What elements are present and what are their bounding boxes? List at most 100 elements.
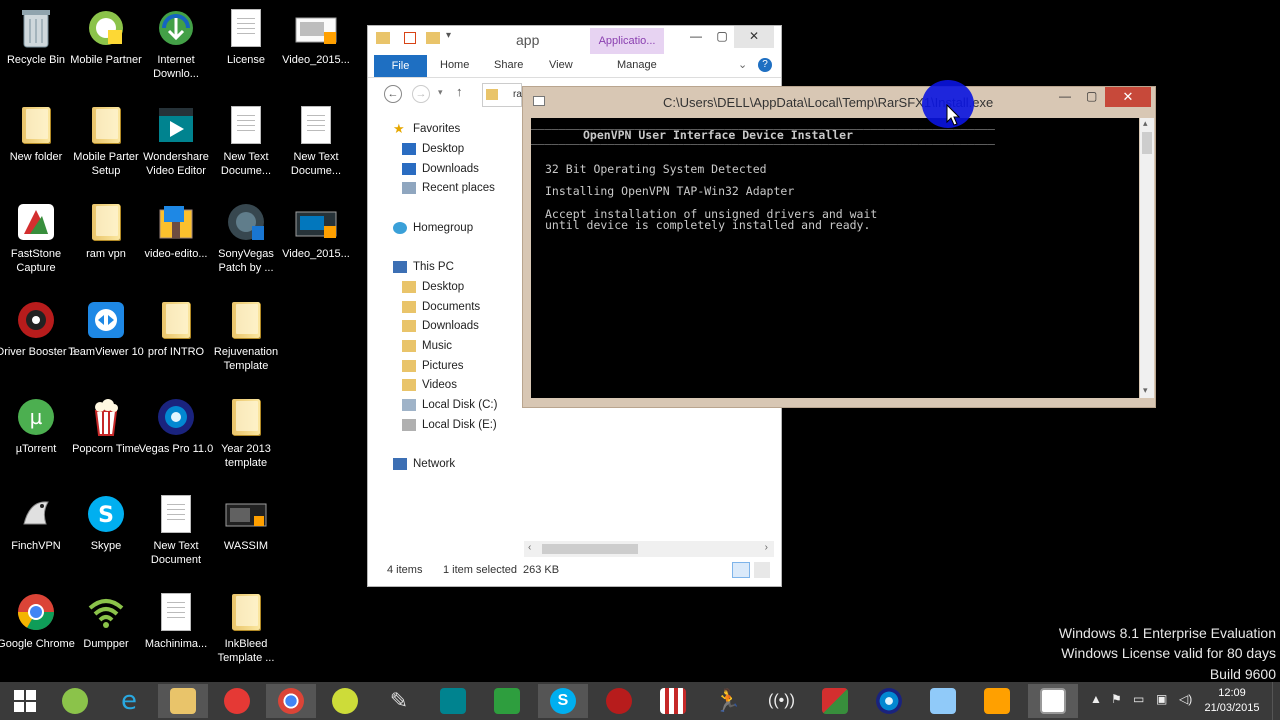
taskbar-feather-app[interactable]: ✎	[374, 684, 424, 718]
scroll-right-icon[interactable]: ›	[765, 542, 768, 553]
taskbar-mobile-partner[interactable]	[50, 684, 100, 718]
desktop-icon-rejuvenation[interactable]: Rejuvenation Template	[210, 298, 282, 390]
nav-local-disk-e[interactable]: Local Disk (E:)	[402, 416, 497, 434]
taskbar-chrome[interactable]	[266, 684, 316, 718]
desktop-icon-video-editor[interactable]: video-edito...	[140, 200, 212, 292]
quick-access-new-folder-icon[interactable]	[426, 32, 440, 44]
desktop-icon-new-text-document[interactable]: New Text Document	[140, 492, 212, 584]
scroll-down-icon[interactable]: ▾	[1143, 385, 1148, 396]
minimize-button[interactable]: —	[682, 26, 710, 48]
desktop-icon-video-2015-a[interactable]: Video_2015...	[280, 6, 352, 98]
taskbar-counter-strike[interactable]: 🏃	[702, 684, 752, 718]
desktop-icon-finchvpn[interactable]: FinchVPN	[0, 492, 72, 584]
start-button[interactable]	[0, 684, 50, 718]
maximize-button[interactable]: ▢	[1086, 89, 1097, 103]
desktop-icon-new-folder[interactable]: New folder	[0, 103, 72, 195]
show-desktop-button[interactable]	[1272, 682, 1280, 720]
nav-favorites[interactable]: ★ Favorites	[393, 120, 460, 138]
close-button[interactable]: ✕	[1105, 87, 1151, 107]
close-button[interactable]: ✕	[734, 26, 774, 48]
tab-share[interactable]: Share	[494, 59, 523, 71]
desktop-icon-year-2013[interactable]: Year 2013 template	[210, 395, 282, 487]
vertical-scrollbar[interactable]: ▴ ▾	[1140, 118, 1154, 398]
quick-access-folder-icon[interactable]	[376, 32, 390, 44]
tab-view[interactable]: View	[549, 59, 573, 71]
desktop-icon-dumpper[interactable]: Dumpper	[70, 590, 142, 682]
desktop-icon-vegas-pro[interactable]: Vegas Pro 11.0	[139, 395, 213, 487]
nav-music[interactable]: Music	[402, 337, 452, 355]
taskbar-driver-booster[interactable]	[594, 684, 644, 718]
taskbar-mobile-partner-2[interactable]	[320, 684, 370, 718]
ribbon-expand-icon[interactable]: ⌄	[738, 58, 747, 71]
scroll-thumb[interactable]	[542, 544, 638, 554]
scroll-up-icon[interactable]: ▴	[1143, 118, 1148, 129]
taskbar-store[interactable]	[482, 684, 532, 718]
taskbar-vegas-pro[interactable]	[864, 684, 914, 718]
horizontal-scrollbar[interactable]: ‹ ›	[524, 541, 774, 557]
desktop-icon-ram-vpn[interactable]: ram vpn	[70, 200, 142, 292]
tab-manage[interactable]: Manage	[617, 59, 657, 71]
taskbar-firefox-like[interactable]	[212, 684, 262, 718]
taskbar-faststone[interactable]	[810, 684, 860, 718]
power-icon[interactable]: ▭	[1133, 692, 1144, 706]
desktop-icon-recycle-bin[interactable]: Recycle Bin	[0, 6, 72, 98]
back-button[interactable]: ←	[384, 85, 402, 103]
details-view-button[interactable]	[732, 562, 750, 578]
desktop-icon-sonyvegas-patch[interactable]: SonyVegas Patch by ...	[210, 200, 282, 292]
address-bar[interactable]: ra	[482, 83, 522, 107]
nav-documents[interactable]: Documents	[402, 298, 480, 316]
large-icons-view-button[interactable]	[754, 562, 770, 578]
taskbar-video-editor[interactable]	[428, 684, 478, 718]
desktop-icon-google-chrome[interactable]: Google Chrome	[0, 590, 75, 682]
console-titlebar[interactable]: C:\Users\DELL\AppData\Local\Temp\RarSFX1…	[523, 87, 1155, 117]
tab-home[interactable]: Home	[440, 59, 469, 71]
taskbar-dumpper[interactable]: ((•))	[756, 684, 806, 718]
desktop-icon-utorrent[interactable]: µ µTorrent	[0, 395, 72, 487]
desktop-icon-new-text-2[interactable]: New Text Docume...	[280, 103, 352, 195]
taskbar-internet-explorer[interactable]: e	[104, 684, 154, 718]
desktop-icon-machinima[interactable]: Machinima...	[140, 590, 212, 682]
desktop-icon-driver-booster[interactable]: Driver Booster 2	[0, 298, 76, 390]
nav-network[interactable]: Network	[393, 455, 455, 473]
desktop-icon-prof-intro[interactable]: prof INTRO	[140, 298, 212, 390]
show-hidden-icons-icon[interactable]: ▲	[1090, 692, 1102, 706]
taskbar-console[interactable]	[1028, 684, 1078, 718]
network-icon[interactable]: ▣	[1156, 692, 1167, 706]
desktop-icon-wassim[interactable]: WASSIM	[210, 492, 282, 584]
scroll-left-icon[interactable]: ‹	[528, 542, 531, 553]
quick-access-dropdown-icon[interactable]: ▾	[446, 30, 451, 41]
forward-button[interactable]: →	[412, 85, 430, 103]
tab-file[interactable]: File	[374, 55, 427, 77]
nav-pc-desktop[interactable]: Desktop	[402, 278, 464, 296]
desktop-icon-wondershare[interactable]: Wondershare Video Editor	[140, 103, 212, 195]
desktop-icon-mobile-parter-setup[interactable]: Mobile Parter Setup	[70, 103, 142, 195]
taskbar-popcorn-time[interactable]	[648, 684, 698, 718]
nav-downloads[interactable]: Downloads	[402, 160, 479, 178]
desktop-icon-new-text-1[interactable]: New Text Docume...	[210, 103, 282, 195]
nav-local-disk-c[interactable]: Local Disk (C:)	[402, 396, 497, 414]
desktop-icon-mobile-partner[interactable]: Mobile Partner	[70, 6, 142, 98]
quick-access-properties-icon[interactable]	[404, 32, 416, 44]
desktop-icon-video-2015-b[interactable]: Video_2015...	[280, 200, 352, 292]
taskbar-pencil-app[interactable]	[918, 684, 968, 718]
scroll-thumb[interactable]	[1142, 132, 1152, 154]
desktop-icon-faststone[interactable]: FastStone Capture	[0, 200, 72, 292]
volume-icon[interactable]: ◁)	[1179, 692, 1192, 706]
installer-console-window[interactable]: C:\Users\DELL\AppData\Local\Temp\RarSFX1…	[522, 86, 1156, 408]
nav-pc-downloads[interactable]: Downloads	[402, 317, 479, 335]
nav-pictures[interactable]: Pictures	[402, 357, 464, 375]
application-tools-tab[interactable]: Applicatio...	[590, 28, 664, 54]
flag-icon[interactable]: ⚑	[1111, 692, 1122, 706]
desktop-icon-inkbleed[interactable]: InkBleed Template ...	[210, 590, 282, 682]
up-button[interactable]: ↑	[456, 84, 463, 99]
nav-recent-places[interactable]: Recent places	[402, 179, 495, 197]
explorer-titlebar[interactable]: ▾ app Applicatio... — ▢ ✕	[368, 26, 781, 54]
desktop-icon-license[interactable]: License	[210, 6, 282, 98]
minimize-button[interactable]: —	[1059, 89, 1071, 103]
taskbar-file-explorer[interactable]	[158, 684, 208, 718]
nav-homegroup[interactable]: Homegroup	[393, 219, 473, 237]
help-icon[interactable]: ?	[758, 58, 772, 72]
taskbar-video-player[interactable]	[972, 684, 1022, 718]
nav-this-pc[interactable]: This PC	[393, 258, 454, 276]
taskbar-skype[interactable]: S	[538, 684, 588, 718]
